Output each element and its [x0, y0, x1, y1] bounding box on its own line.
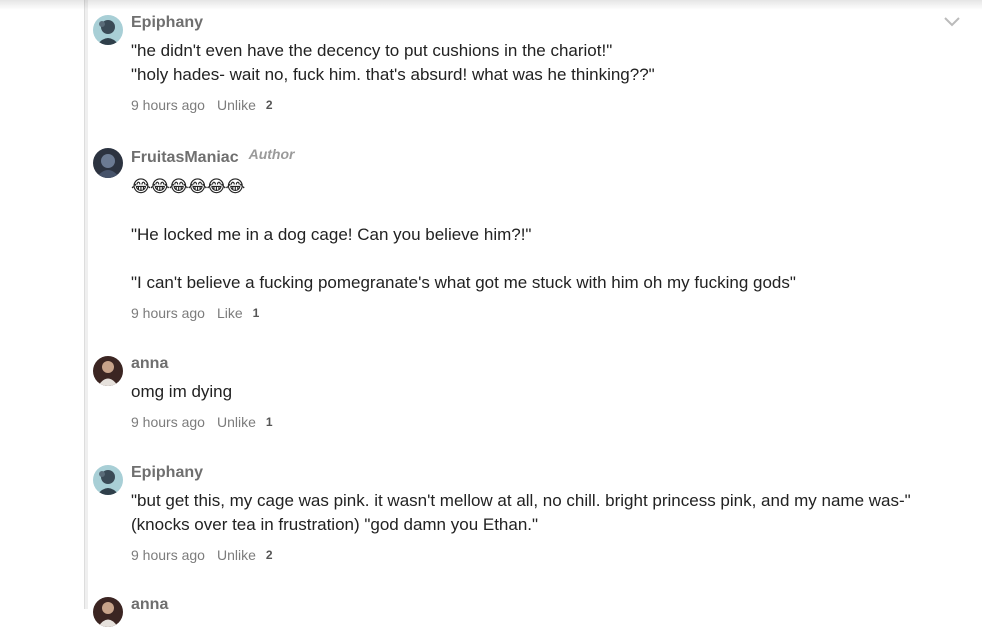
username[interactable]: Epiphany — [131, 13, 203, 33]
comment-header: anna — [131, 595, 963, 617]
timestamp[interactable]: 9 hours ago — [131, 545, 205, 565]
avatar[interactable] — [93, 148, 123, 178]
unlike-button[interactable]: Unlike — [217, 95, 256, 115]
comment-meta: 9 hours ago Unlike 1 — [131, 412, 963, 432]
top-shadow — [0, 0, 982, 10]
username[interactable]: Epiphany — [131, 463, 203, 483]
comment-header: Epiphany — [131, 463, 963, 485]
avatar[interactable] — [93, 15, 123, 45]
like-count: 2 — [265, 98, 273, 112]
like-button[interactable]: Like — [217, 303, 243, 323]
username[interactable]: FruitasManiac — [131, 148, 239, 168]
comment-line: (knocks over tea in frustration) "god da… — [131, 515, 539, 534]
comment-line: "I can't believe a fucking pomegranate's… — [131, 273, 796, 292]
comment-header: Epiphany — [131, 13, 963, 35]
comment-text: "but get this, my cage was pink. it wasn… — [131, 489, 963, 537]
chevron-down-icon[interactable] — [942, 14, 962, 30]
unlike-button[interactable]: Unlike — [217, 412, 256, 432]
comment-line: "He locked me in a dog cage! Can you bel… — [131, 225, 532, 244]
comment-line: "holy hades- wait no, fuck him. that's a… — [131, 65, 655, 84]
author-badge: Author — [248, 146, 295, 162]
username[interactable]: anna — [131, 595, 168, 615]
like-count: 1 — [265, 415, 273, 429]
comment-text: 😂😂😂😂😂😂 "He locked me in a dog cage! Can … — [131, 175, 963, 295]
comment-body: FruitasManiac Author 😂😂😂😂😂😂 "He locked m… — [131, 146, 963, 323]
left-gutter — [0, 0, 88, 609]
comment-text: "he didn't even have the decency to put … — [131, 39, 963, 87]
avatar[interactable] — [93, 465, 123, 495]
like-count: 1 — [252, 306, 260, 320]
comment-body: anna — [131, 595, 963, 617]
avatar[interactable] — [93, 356, 123, 386]
avatar[interactable] — [93, 597, 123, 627]
comment-header: FruitasManiac Author — [131, 146, 963, 170]
comment-body: Epiphany "he didn't even have the decenc… — [131, 13, 963, 115]
username[interactable]: anna — [131, 354, 168, 374]
comment-meta: 9 hours ago Like 1 — [131, 303, 963, 323]
timestamp[interactable]: 9 hours ago — [131, 95, 205, 115]
comment-line: "but get this, my cage was pink. it wasn… — [131, 491, 911, 510]
timestamp[interactable]: 9 hours ago — [131, 412, 205, 432]
comment-body: Epiphany "but get this, my cage was pink… — [131, 463, 963, 565]
timestamp[interactable]: 9 hours ago — [131, 303, 205, 323]
comment-line: "he didn't even have the decency to put … — [131, 41, 613, 60]
comment-body: anna omg im dying 9 hours ago Unlike 1 — [131, 354, 963, 432]
unlike-button[interactable]: Unlike — [217, 545, 256, 565]
like-count: 2 — [265, 548, 273, 562]
comment-meta: 9 hours ago Unlike 2 — [131, 545, 963, 565]
comment-text: omg im dying — [131, 380, 963, 404]
comment-meta: 9 hours ago Unlike 2 — [131, 95, 963, 115]
emoji-line: 😂😂😂😂😂😂 — [131, 177, 245, 196]
comment-line: omg im dying — [131, 382, 233, 401]
comment-header: anna — [131, 354, 963, 376]
